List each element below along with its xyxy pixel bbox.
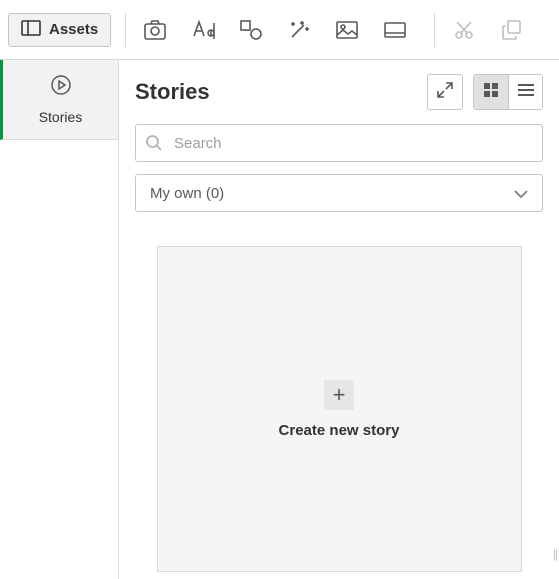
expand-button[interactable] xyxy=(427,74,463,110)
main: Stories Stories xyxy=(0,60,559,579)
expand-icon xyxy=(437,82,453,103)
toolbar-divider xyxy=(125,13,126,47)
sidebar-item-stories[interactable]: Stories xyxy=(0,60,118,140)
filter-select[interactable]: My own (0) xyxy=(135,174,543,212)
chevron-down-icon xyxy=(514,185,528,202)
content-header: Stories xyxy=(135,74,543,110)
toolbar-divider xyxy=(434,13,435,47)
content-panel: Stories xyxy=(119,60,559,579)
search-input[interactable] xyxy=(135,124,543,162)
list-view-button[interactable] xyxy=(508,75,542,109)
resize-handle[interactable]: || xyxy=(553,547,557,561)
assets-label: Assets xyxy=(49,21,98,38)
grid-view-button[interactable] xyxy=(474,75,508,109)
shapes-icon[interactable] xyxy=(236,15,266,45)
search-wrap xyxy=(135,124,543,162)
create-story-label: Create new story xyxy=(279,422,400,439)
grid-icon xyxy=(483,82,499,103)
search-icon xyxy=(145,134,163,152)
panel-icon xyxy=(21,20,41,40)
image-icon[interactable] xyxy=(332,15,362,45)
text-icon[interactable] xyxy=(188,15,218,45)
assets-button[interactable]: Assets xyxy=(8,13,111,47)
snapshot-icon[interactable] xyxy=(140,15,170,45)
play-icon xyxy=(50,74,72,99)
toolbar: Assets xyxy=(0,0,559,60)
sidebar: Stories xyxy=(0,60,119,579)
media-icon[interactable] xyxy=(380,15,410,45)
plus-icon: + xyxy=(324,380,354,410)
create-story-card[interactable]: + Create new story xyxy=(157,246,522,572)
copy-icon xyxy=(497,15,527,45)
effects-icon[interactable] xyxy=(284,15,314,45)
sidebar-item-label: Stories xyxy=(39,109,83,125)
list-icon xyxy=(517,83,535,102)
cut-icon xyxy=(449,15,479,45)
view-controls xyxy=(427,74,543,110)
view-toggle xyxy=(473,74,543,110)
filter-label: My own (0) xyxy=(150,185,224,202)
panel-title: Stories xyxy=(135,79,210,105)
